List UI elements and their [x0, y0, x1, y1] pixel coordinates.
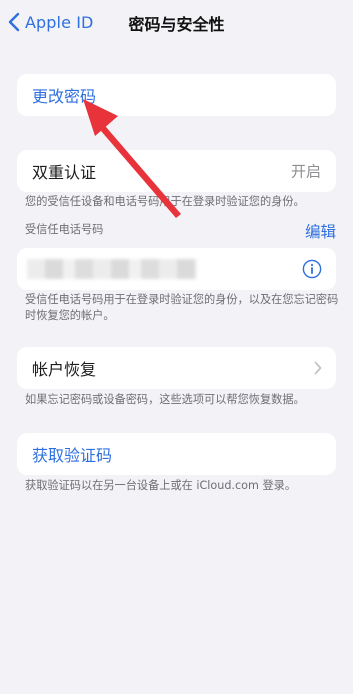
get-verification-code-label: 获取验证码 [32, 446, 113, 465]
two-factor-row[interactable]: 双重认证 开启 [17, 150, 336, 192]
two-factor-status: 开启 [290, 162, 321, 181]
page-title: 密码与安全性 [128, 15, 225, 34]
redacted-phone-number [27, 259, 197, 279]
trusted-number-row[interactable] [17, 248, 336, 290]
account-recovery-label: 帐户恢复 [32, 360, 97, 379]
account-recovery-note: 如果忘记密码或设备密码，这些选项可以帮您恢复数据。 [25, 393, 305, 406]
change-password-row[interactable]: 更改密码 [17, 74, 336, 116]
info-icon[interactable] [302, 259, 322, 279]
two-factor-label: 双重认证 [32, 163, 97, 182]
change-password-label: 更改密码 [32, 87, 97, 106]
navigation-bar: Apple ID 密码与安全性 [0, 0, 353, 44]
password-security-screen: Apple ID 密码与安全性 更改密码 双重认证 开启 您的受信任设备和电话号… [0, 0, 353, 694]
trusted-numbers-note: 受信任电话号码用于在登录时验证您的身份，以及在您忘记密码时恢复您的帐户。 [25, 293, 339, 322]
trusted-numbers-header: 受信任电话号码 [25, 223, 104, 236]
two-factor-note: 您的受信任设备和电话号码用于在登录时验证您的身份。 [25, 195, 305, 208]
edit-trusted-numbers-button[interactable]: 编辑 [305, 220, 336, 242]
chevron-right-icon [314, 361, 322, 375]
get-verification-code-row[interactable]: 获取验证码 [17, 433, 336, 475]
verification-code-note: 获取验证码以在另一台设备上或在 iCloud.com 登录。 [25, 479, 297, 492]
account-recovery-row[interactable]: 帐户恢复 [17, 347, 336, 389]
